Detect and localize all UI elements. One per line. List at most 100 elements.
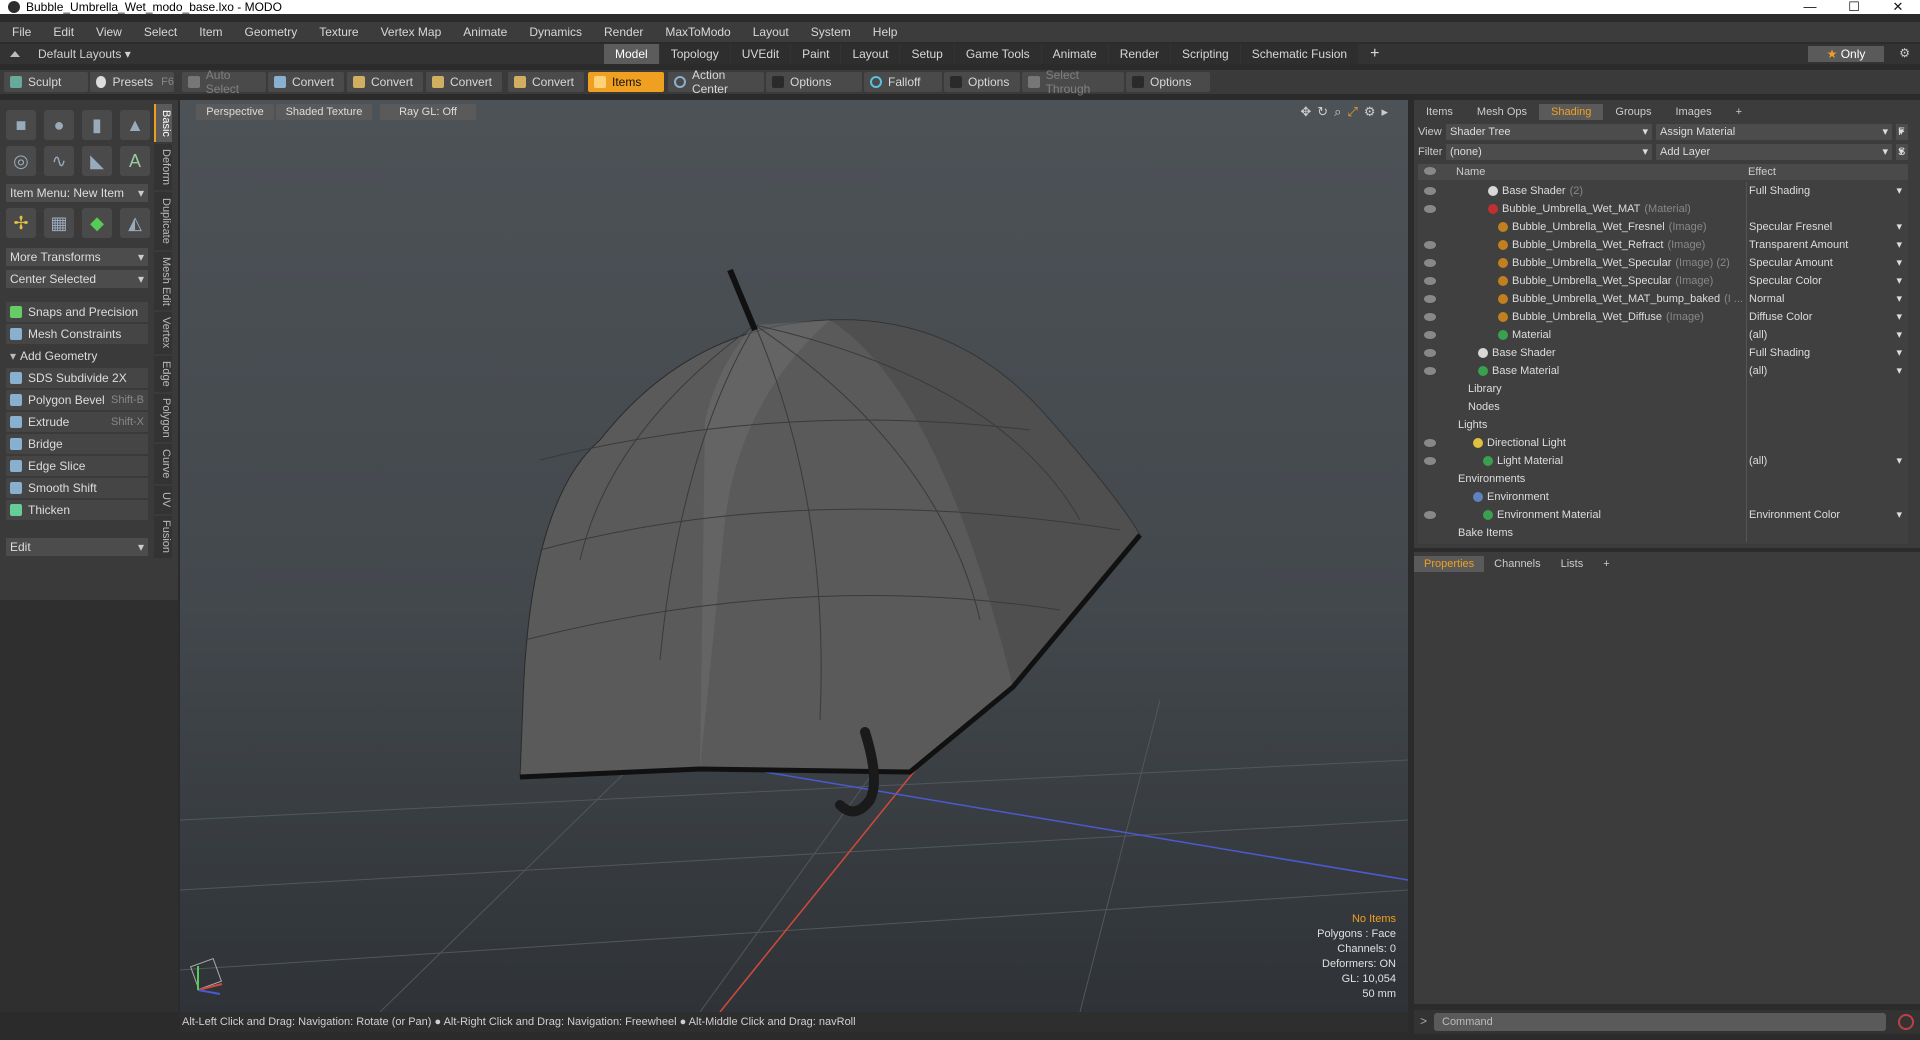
globe-icon[interactable]: ◆	[82, 208, 112, 238]
menu-render[interactable]: Render	[604, 25, 643, 39]
vtab-polygon[interactable]: Polygon	[154, 394, 172, 442]
viewport-gear-icon[interactable]: ⚙	[1364, 104, 1382, 119]
layer-effect[interactable]: (all)	[1746, 326, 1906, 344]
tab-images[interactable]: Images	[1664, 104, 1724, 120]
options-button-1[interactable]: Options	[766, 72, 862, 92]
tab-layout[interactable]: Layout	[841, 44, 900, 64]
menu-animate[interactable]: Animate	[463, 25, 507, 39]
visibility-eye-icon[interactable]	[1424, 277, 1436, 285]
layer-effect[interactable]: Full Shading	[1746, 344, 1906, 362]
visibility-eye-icon[interactable]	[1424, 349, 1436, 357]
torus-icon[interactable]: ◎	[6, 146, 36, 176]
only-toggle[interactable]: ★ Only	[1808, 46, 1884, 62]
shader-tree-row[interactable]: Directional Light	[1418, 434, 1908, 452]
convert-button-1[interactable]: Convert	[268, 72, 344, 92]
menu-vertex-map[interactable]: Vertex Map	[381, 25, 442, 39]
tab-render[interactable]: Render	[1108, 44, 1171, 64]
grid-icon[interactable]: ▦	[44, 208, 74, 238]
snaps-precision-button[interactable]: Snaps and Precision	[6, 302, 148, 322]
presets-button[interactable]: Presets F6	[90, 72, 174, 92]
shader-tree-row[interactable]: Base Material (all)	[1418, 362, 1908, 380]
shader-tree-row[interactable]: Bubble_Umbrella_Wet_Specular (Image) (2) S…	[1418, 254, 1908, 272]
sculpt-button[interactable]: Sculpt	[4, 72, 88, 92]
select-through-button[interactable]: Select Through	[1022, 68, 1124, 96]
f-button[interactable]: F	[1896, 124, 1908, 140]
3d-viewport[interactable]: Perspective Shaded Texture Ray GL: Off ✥…	[180, 100, 1408, 1012]
shader-tree[interactable]: Name Effect Base Shader(2)Full ShadingBu…	[1418, 164, 1908, 544]
view-select[interactable]: Shader Tree	[1446, 124, 1652, 140]
tab-schematic-fusion[interactable]: Schematic Fusion	[1240, 44, 1359, 64]
layer-effect[interactable]: Specular Fresnel	[1746, 218, 1906, 236]
shader-tree-row[interactable]: Environment	[1418, 488, 1908, 506]
shader-tree-row[interactable]: Environment Material Environment Color	[1418, 506, 1908, 524]
shader-tree-row[interactable]: Environments	[1418, 470, 1908, 488]
shader-tree-row[interactable]: Lights	[1418, 416, 1908, 434]
pen-curve-icon[interactable]: ∿	[44, 146, 74, 176]
layouts-dropdown[interactable]: Default Layouts ▾	[0, 47, 300, 61]
menu-help[interactable]: Help	[873, 25, 898, 39]
sphere-icon[interactable]: ●	[44, 110, 74, 140]
visibility-eye-icon[interactable]	[1424, 313, 1436, 321]
cone-icon[interactable]: ▲	[120, 110, 150, 140]
layer-effect[interactable]: Full Shading	[1746, 182, 1906, 200]
vtab-fusion[interactable]: Fusion	[154, 516, 172, 558]
visibility-eye-icon[interactable]	[1424, 439, 1436, 447]
tab-mesh-ops[interactable]: Mesh Ops	[1465, 104, 1539, 120]
viewport-scene[interactable]	[180, 100, 1408, 1012]
add-panel-tab-button[interactable]: +	[1724, 104, 1754, 120]
tab-properties[interactable]: Properties	[1414, 556, 1485, 572]
visibility-eye-icon[interactable]	[1424, 511, 1436, 519]
options-button-2[interactable]: Options	[944, 72, 1020, 92]
shader-tree-row[interactable]: Light Material (all)	[1418, 452, 1908, 470]
close-button[interactable]: ✕	[1876, 0, 1920, 14]
menu-dynamics[interactable]: Dynamics	[529, 25, 582, 39]
layer-effect[interactable]: Diffuse Color	[1746, 308, 1906, 326]
options-button-3[interactable]: Options	[1126, 72, 1210, 92]
item-menu-dropdown[interactable]: Item Menu: New Item	[6, 184, 148, 202]
collapse-arrow-icon[interactable]	[10, 51, 20, 57]
gear-icon[interactable]: ⚙	[1899, 46, 1910, 60]
tab-topology[interactable]: Topology	[659, 44, 730, 64]
layer-effect[interactable]: Transparent Amount	[1746, 236, 1906, 254]
tab-shading[interactable]: Shading	[1539, 104, 1604, 120]
vtab-uv[interactable]: UV	[154, 486, 172, 514]
s-button[interactable]: S	[1896, 144, 1908, 160]
vtab-duplicate[interactable]: Duplicate	[154, 192, 172, 250]
vtab-curve[interactable]: Curve	[154, 444, 172, 484]
layer-effect[interactable]: (all)	[1746, 362, 1906, 380]
visibility-eye-icon[interactable]	[1424, 331, 1436, 339]
cube-icon[interactable]: ■	[6, 110, 36, 140]
visibility-eye-icon[interactable]	[1424, 205, 1436, 213]
menu-item[interactable]: Item	[199, 25, 222, 39]
convert-button-4[interactable]: Convert	[508, 72, 584, 92]
shader-tree-row[interactable]: Base Shader (2) Full Shading	[1418, 182, 1908, 200]
umbrella-model[interactable]	[519, 268, 1142, 817]
tab-model[interactable]: Model	[604, 44, 659, 64]
shaded-texture-button[interactable]: Shaded Texture	[276, 104, 372, 120]
convert-button-3[interactable]: Convert	[426, 72, 502, 92]
add-properties-tab-button[interactable]: +	[1593, 556, 1619, 572]
record-macro-icon[interactable]	[1898, 1014, 1914, 1030]
vtab-deform[interactable]: Deform	[154, 144, 172, 190]
cylinder-icon[interactable]: ▮	[82, 110, 112, 140]
visibility-eye-icon[interactable]	[1424, 457, 1436, 465]
action-center-button[interactable]: Action Center	[668, 68, 764, 96]
add-geometry-header[interactable]: ▾ Add Geometry	[6, 346, 148, 366]
visibility-eye-icon[interactable]	[1424, 295, 1436, 303]
shader-tree-row[interactable]: Bubble_Umbrella_Wet_MAT_bump_baked (I ...…	[1418, 290, 1908, 308]
menu-layout[interactable]: Layout	[753, 25, 789, 39]
shader-tree-row[interactable]: Library	[1418, 380, 1908, 398]
menu-file[interactable]: File	[12, 25, 31, 39]
tab-channels[interactable]: Channels	[1484, 556, 1550, 572]
tab-uvedit[interactable]: UVEdit	[730, 44, 791, 64]
visibility-eye-icon[interactable]	[1424, 187, 1436, 195]
assign-material-select[interactable]: Assign Material	[1656, 124, 1892, 140]
menu-select[interactable]: Select	[144, 25, 177, 39]
vtab-mesh-edit[interactable]: Mesh Edit	[154, 252, 172, 310]
transform-icon[interactable]: ✢	[6, 208, 36, 238]
shader-tree-row[interactable]: Bubble_Umbrella_Wet_Diffuse (Image) Diffus…	[1418, 308, 1908, 326]
convert-button-2[interactable]: Convert	[347, 72, 423, 92]
shader-tree-row[interactable]: Bubble_Umbrella_Wet_MAT (Material)	[1418, 200, 1908, 218]
zoom-icon[interactable]: ⌕	[1334, 104, 1347, 119]
menu-system[interactable]: System	[811, 25, 851, 39]
